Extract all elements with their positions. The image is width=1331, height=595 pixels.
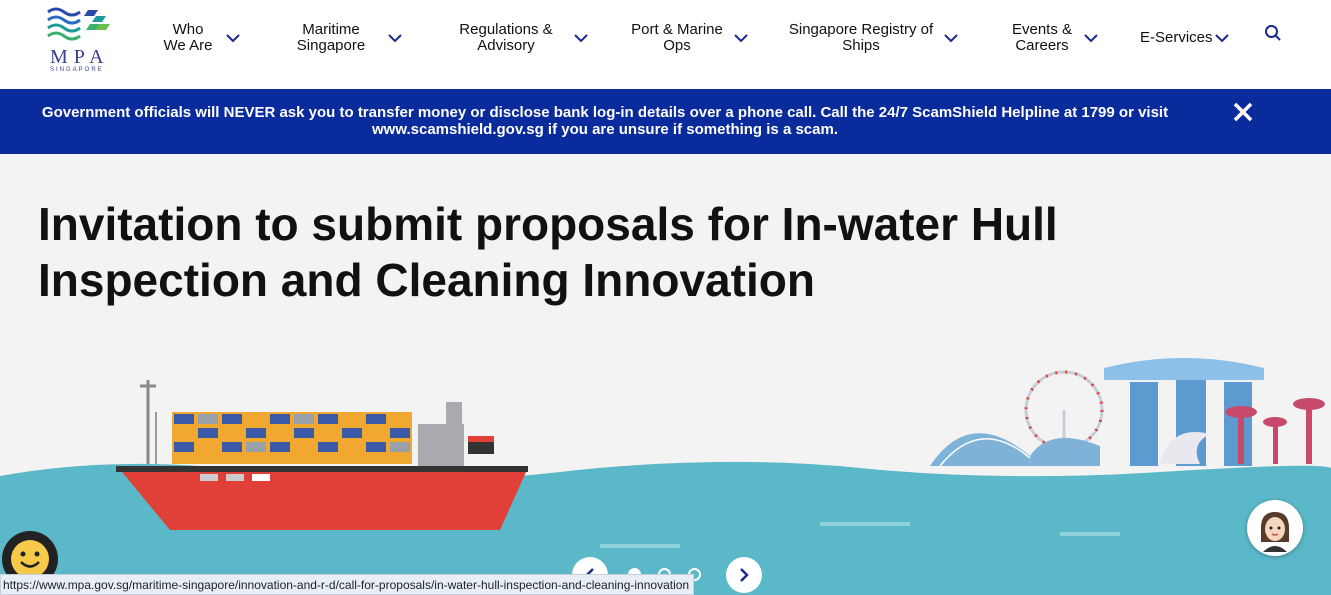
chevron-down-icon: [1214, 33, 1229, 42]
close-icon[interactable]: [1232, 101, 1254, 123]
skyline-illustration: [930, 358, 1325, 467]
hero-carousel: Invitation to submit proposals for In-wa…: [0, 154, 1331, 595]
chevron-down-icon: [944, 33, 958, 42]
chatbot-button[interactable]: [1247, 500, 1303, 556]
logo-text: MPA: [50, 46, 110, 68]
mpa-wave-icon: [47, 7, 110, 41]
nav-who-we-are[interactable]: Who We Are: [160, 22, 240, 54]
logo-subtext: SINGAPORE: [50, 67, 104, 73]
carousel-next-button[interactable]: [726, 557, 762, 593]
site-header: MPA SINGAPORE Who We Are Maritime Singap…: [0, 0, 1331, 89]
chevron-down-icon: [388, 33, 402, 42]
nav-port-marine-ops[interactable]: Port & Marine Ops: [630, 22, 748, 54]
nav-label: Who We Are: [163, 21, 213, 54]
banner-text: Government officials will NEVER ask you …: [41, 104, 1169, 138]
nav-label: Singapore Registry of Ships: [788, 21, 934, 54]
search-icon[interactable]: [1264, 24, 1282, 42]
nav-singapore-registry[interactable]: Singapore Registry of Ships: [788, 22, 958, 54]
nav-regulations-advisory[interactable]: Regulations & Advisory: [458, 22, 588, 54]
nav-label: E-Services: [1140, 29, 1213, 46]
chatbot-avatar-icon: [1261, 512, 1289, 552]
chevron-down-icon: [734, 33, 748, 42]
nav-events-careers[interactable]: Events & Careers: [1010, 22, 1098, 54]
nav-e-services[interactable]: E-Services: [1140, 30, 1229, 46]
scam-alert-banner: Government officials will NEVER ask you …: [0, 89, 1331, 154]
nav-label: Maritime Singapore: [296, 21, 366, 54]
chevron-down-icon: [574, 33, 588, 42]
cargo-ship-illustration: [116, 380, 528, 530]
link-status-bar: https://www.mpa.gov.sg/maritime-singapor…: [0, 574, 695, 595]
chevron-down-icon: [1084, 33, 1098, 42]
nav-label: Port & Marine Ops: [631, 21, 723, 54]
chevron-right-icon: [740, 568, 749, 582]
nav-maritime-singapore[interactable]: Maritime Singapore: [296, 22, 402, 54]
nav-label: Events & Careers: [1011, 21, 1073, 54]
chevron-down-icon: [226, 33, 240, 42]
nav-label: Regulations & Advisory: [459, 21, 553, 54]
hero-title[interactable]: Invitation to submit proposals for In-wa…: [38, 196, 1138, 308]
